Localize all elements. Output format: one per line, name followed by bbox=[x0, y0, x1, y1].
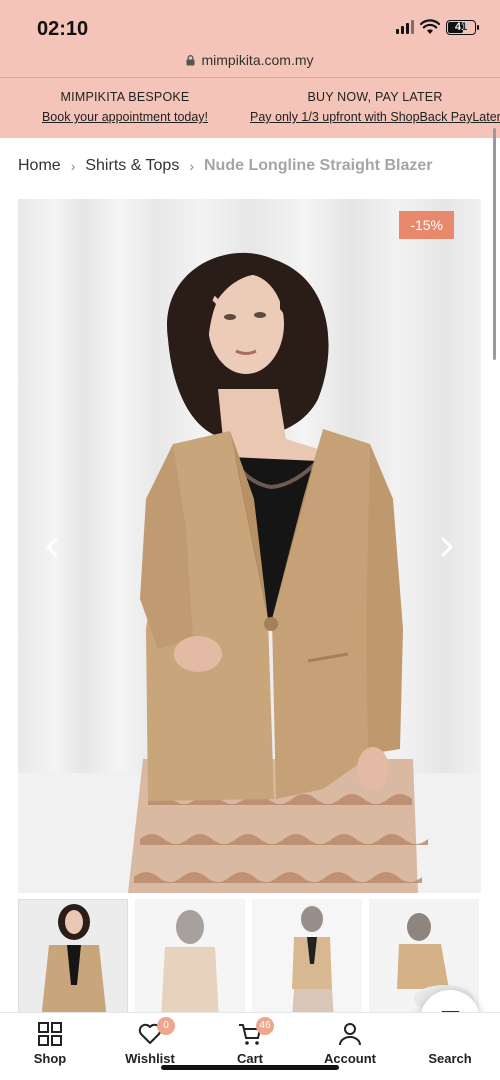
promo-paylater: BUY NOW, PAY LATER Pay only 1/3 upfront … bbox=[250, 78, 500, 138]
chevron-right-icon: › bbox=[70, 158, 76, 174]
promo-title: BUY NOW, PAY LATER bbox=[307, 90, 443, 104]
nav-shop[interactable]: Shop bbox=[0, 1013, 100, 1080]
nav-label: Shop bbox=[33, 1051, 67, 1066]
thumbnail-2[interactable] bbox=[135, 899, 245, 1019]
breadcrumb-current: Nude Longline Straight Blazer bbox=[204, 157, 433, 174]
page-scrollbar[interactable] bbox=[493, 128, 496, 360]
breadcrumb: Home › Shirts & Tops › Nude Longline Str… bbox=[0, 138, 500, 194]
nav-label: Cart bbox=[236, 1051, 263, 1066]
thumbnail-1[interactable] bbox=[18, 899, 128, 1019]
breadcrumb-shirts-tops[interactable]: Shirts & Tops bbox=[85, 157, 179, 175]
signal-icon bbox=[396, 20, 414, 34]
nav-label: Search bbox=[428, 1051, 472, 1066]
battery-level: 41 bbox=[454, 21, 468, 33]
promo-title: MIMPIKITA BESPOKE bbox=[60, 90, 190, 104]
thumbnail-strip bbox=[18, 899, 479, 1019]
discount-badge: -15% bbox=[399, 211, 454, 239]
breadcrumb-home[interactable]: Home bbox=[18, 157, 61, 175]
browser-header: 02:10 41 mimpikita.com.my bbox=[0, 0, 500, 78]
status-time: 02:10 bbox=[37, 18, 89, 40]
carousel-prev-icon[interactable] bbox=[40, 534, 66, 560]
battery-icon: 41 bbox=[446, 19, 479, 35]
nav-search[interactable]: Search bbox=[400, 1013, 500, 1080]
user-icon bbox=[339, 1023, 361, 1046]
lock-icon bbox=[186, 54, 195, 65]
product-photo bbox=[128, 252, 428, 893]
cart-count-badge: 46 bbox=[256, 1017, 274, 1035]
book-appointment-link[interactable]: Book your appointment today! bbox=[0, 110, 250, 124]
promo-bespoke: MIMPIKITA BESPOKE Book your appointment … bbox=[0, 78, 250, 138]
chevron-right-icon: › bbox=[189, 158, 194, 174]
promo-bar: MIMPIKITA BESPOKE Book your appointment … bbox=[0, 78, 500, 138]
url-text: mimpikita.com.my bbox=[201, 52, 314, 68]
paylater-link[interactable]: Pay only 1/3 upfront with ShopBack PayLa… bbox=[250, 110, 500, 124]
nav-label: Wishlist bbox=[125, 1051, 175, 1066]
url-bar[interactable]: mimpikita.com.my bbox=[0, 52, 500, 68]
bottom-nav: Shop 0 Wishlist 46 Cart Account Search bbox=[0, 1012, 500, 1080]
status-icons: 41 bbox=[396, 19, 479, 35]
thumbnail-3[interactable] bbox=[252, 899, 362, 1019]
nav-label: Account bbox=[324, 1051, 376, 1066]
wifi-icon bbox=[420, 19, 440, 34]
carousel-next-icon[interactable] bbox=[433, 534, 459, 560]
product-image-carousel[interactable]: -15% bbox=[18, 199, 481, 893]
grid-icon bbox=[38, 1022, 62, 1046]
home-indicator bbox=[161, 1065, 339, 1070]
wishlist-count-badge: 0 bbox=[157, 1017, 175, 1035]
